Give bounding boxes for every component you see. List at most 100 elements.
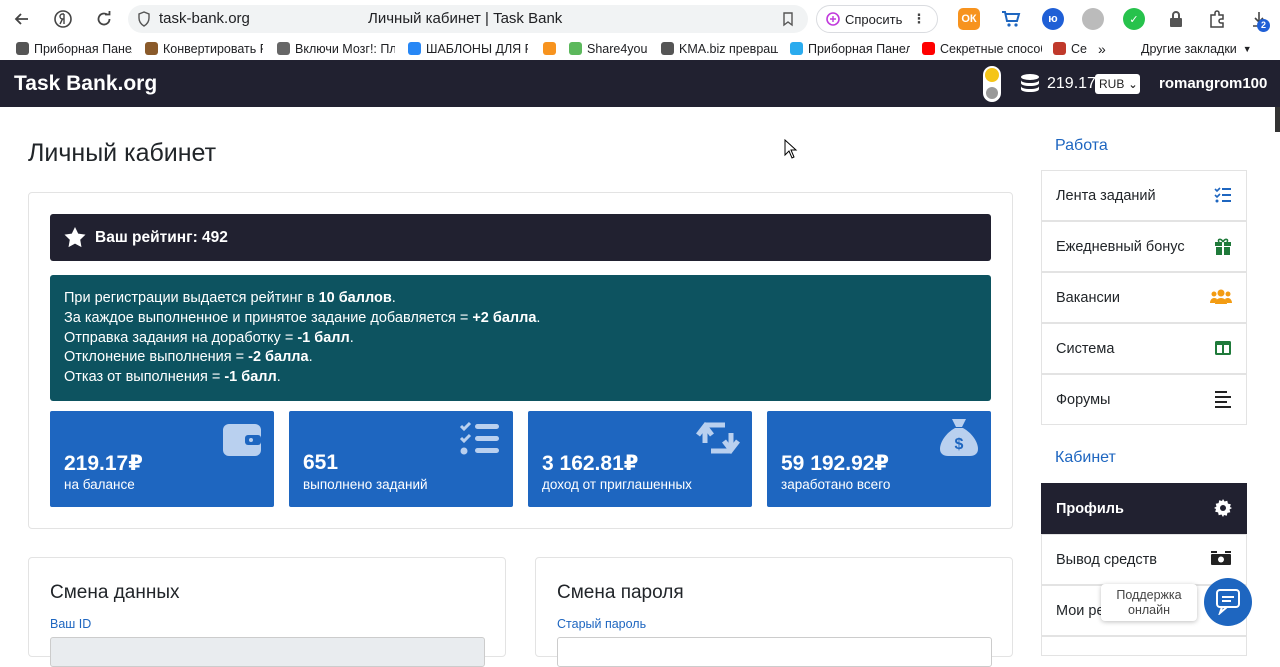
sidebar-item-vacancies[interactable]: Вакансии bbox=[1041, 272, 1247, 323]
globe-icon[interactable] bbox=[1082, 8, 1104, 30]
money-icon bbox=[1211, 551, 1231, 565]
sidebar-item-system[interactable]: Система bbox=[1041, 323, 1247, 374]
support-tooltip: Поддержка онлайн bbox=[1101, 584, 1197, 621]
cart-shape bbox=[1002, 11, 1021, 27]
fox-favicon bbox=[145, 42, 158, 55]
info-bold: -2 балла bbox=[248, 349, 309, 366]
bookmark-item[interactable]: Включи Мозг!: Пл bbox=[277, 40, 395, 57]
tasks-icon bbox=[459, 421, 499, 455]
lock-ext-icon[interactable] bbox=[1165, 8, 1187, 30]
bookmark-item[interactable]: Share4you bbox=[569, 40, 653, 57]
extensions-icon[interactable] bbox=[1206, 8, 1228, 30]
bookmark-item[interactable]: Се bbox=[1053, 40, 1091, 57]
back-button[interactable] bbox=[7, 4, 37, 34]
vk-favicon bbox=[408, 42, 421, 55]
sidebar-item-daily-bonus[interactable]: Ежедневный бонус bbox=[1041, 221, 1247, 272]
username-link[interactable]: romangrom100 bbox=[1159, 75, 1267, 92]
stat-value: 651 bbox=[303, 451, 339, 474]
info-bold: 10 баллов bbox=[318, 290, 392, 306]
odnoklassniki-favicon bbox=[543, 42, 556, 55]
change-password-title: Смена пароля bbox=[557, 582, 684, 603]
old-password-input[interactable] bbox=[557, 637, 992, 667]
sidebar-item-profile[interactable]: Профиль bbox=[1041, 483, 1247, 534]
bookmark-item[interactable]: KMA.biz превращ bbox=[661, 40, 778, 57]
bookmark-item[interactable]: Секретные способ bbox=[922, 40, 1042, 57]
columns-icon bbox=[1215, 341, 1231, 355]
bookmark-label: Секретные способ bbox=[940, 41, 1042, 56]
other-bookmarks-folder[interactable]: Другие закладки ▼ bbox=[1141, 40, 1271, 57]
wallet-icon bbox=[223, 424, 261, 456]
change-password-card: Смена пароля Старый пароль bbox=[535, 557, 1013, 667]
sidebar-item-label: Вакансии bbox=[1056, 289, 1120, 306]
rating-info-box: При регистрации выдается рейтинг в 10 ба… bbox=[50, 275, 991, 401]
user-id-label: Ваш ID bbox=[50, 617, 92, 631]
ask-ai-button[interactable]: Спросить ⋮ bbox=[816, 5, 938, 33]
downloads-icon[interactable]: 2 bbox=[1248, 8, 1270, 32]
sidebar-item-label: Форумы bbox=[1056, 391, 1111, 408]
info-line: При регистрации выдается рейтинг в 10 ба… bbox=[64, 289, 977, 309]
bookmark-item[interactable]: Приборная Панель bbox=[16, 40, 132, 57]
bookmark-label: Share4you bbox=[587, 41, 648, 56]
reload-button[interactable] bbox=[89, 4, 119, 34]
sidebar-item-task-feed[interactable]: Лента заданий bbox=[1041, 170, 1247, 221]
puzzle-shape bbox=[1210, 10, 1224, 28]
sidebar-heading-work: Работа bbox=[1055, 137, 1108, 154]
tab-title: Личный кабинет | Task Bank bbox=[368, 10, 563, 27]
browser-toolbar: task-bank.org Личный кабинет | Task Bank… bbox=[0, 0, 1280, 37]
site-logo[interactable]: Task Bank.org bbox=[14, 72, 157, 96]
stat-value: 59 192.92₽ bbox=[781, 452, 890, 475]
stat-card-referrals: 3 162.81₽ доход от приглашенных bbox=[528, 411, 752, 507]
download-badge: 2 bbox=[1257, 19, 1270, 32]
sidebar-item-label: Система bbox=[1056, 340, 1115, 357]
odnoklassniki-ext-icon[interactable]: ОК bbox=[958, 8, 980, 30]
info-text: Отправка задания на доработку = bbox=[64, 329, 298, 346]
info-bold: +2 балла bbox=[472, 309, 537, 326]
more-bookmarks-button[interactable]: » bbox=[1098, 40, 1110, 57]
gear-icon bbox=[1214, 499, 1232, 517]
chevron-down-icon: ⌄ bbox=[1128, 78, 1138, 91]
sidebar-item-forums[interactable]: Форумы bbox=[1041, 374, 1247, 425]
sidebar-item-next[interactable] bbox=[1041, 636, 1247, 656]
youtube-favicon bbox=[922, 42, 935, 55]
currency-select[interactable]: RUB ⌄ bbox=[1095, 74, 1140, 94]
address-bar[interactable]: task-bank.org Личный кабинет | Task Bank bbox=[128, 5, 808, 33]
dashboard-favicon bbox=[16, 42, 29, 55]
mouse-cursor-icon bbox=[784, 139, 798, 159]
info-text: Отказ от выполнения = bbox=[64, 369, 225, 386]
info-line: Отклонение выполнения = -2 балла. bbox=[64, 348, 977, 368]
browser-chrome: task-bank.org Личный кабинет | Task Bank… bbox=[0, 0, 1280, 60]
currency-value: RUB bbox=[1099, 77, 1125, 91]
support-label: онлайн bbox=[1128, 603, 1170, 617]
stat-value: 3 162.81₽ bbox=[542, 452, 639, 475]
kebab-menu-icon[interactable]: ⋮ bbox=[912, 11, 925, 27]
info-text: Отклонение выполнения = bbox=[64, 349, 249, 366]
sidebar-item-label: Мои ре bbox=[1056, 602, 1105, 619]
info-text: При регистрации выдается рейтинг в bbox=[64, 290, 319, 306]
support-chat-button[interactable] bbox=[1204, 578, 1252, 626]
sidebar-item-label: Вывод средств bbox=[1056, 551, 1157, 568]
telegram-favicon bbox=[790, 42, 803, 55]
sun-icon bbox=[985, 68, 999, 82]
bookmark-label: Включи Мозг!: Пл bbox=[295, 41, 395, 56]
yandex-button[interactable] bbox=[48, 4, 78, 34]
page-title: Личный кабинет bbox=[28, 139, 217, 167]
cart-icon[interactable] bbox=[1000, 8, 1022, 30]
reload-icon bbox=[97, 11, 111, 26]
sidebar-item-label: Лента заданий bbox=[1056, 187, 1156, 204]
bookmark-item[interactable] bbox=[543, 40, 559, 57]
sidebar-item-withdraw[interactable]: Вывод средств bbox=[1041, 534, 1247, 585]
scrollbar-thumb[interactable] bbox=[1275, 107, 1280, 132]
stat-label: заработано всего bbox=[781, 477, 891, 492]
theme-toggle[interactable] bbox=[983, 66, 1001, 102]
bookmark-item[interactable]: Конвертировать PDF bbox=[145, 40, 263, 57]
stat-value: 219.17₽ bbox=[64, 452, 143, 475]
check-circle-icon[interactable]: ✓ bbox=[1123, 8, 1145, 30]
sidebar-item-label: Профиль bbox=[1056, 500, 1124, 517]
ya-ext-icon[interactable]: ю bbox=[1042, 8, 1064, 30]
bookmark-item[interactable]: Приборная Панель bbox=[790, 40, 910, 57]
bookmark-item[interactable]: ШАБЛОНЫ ДЛЯ Р bbox=[408, 40, 528, 57]
rating-text: Ваш рейтинг: 492 bbox=[95, 228, 228, 246]
bookmark-label: Се bbox=[1071, 41, 1087, 56]
align-left-icon bbox=[1215, 391, 1231, 408]
bookmark-icon[interactable] bbox=[781, 11, 795, 27]
